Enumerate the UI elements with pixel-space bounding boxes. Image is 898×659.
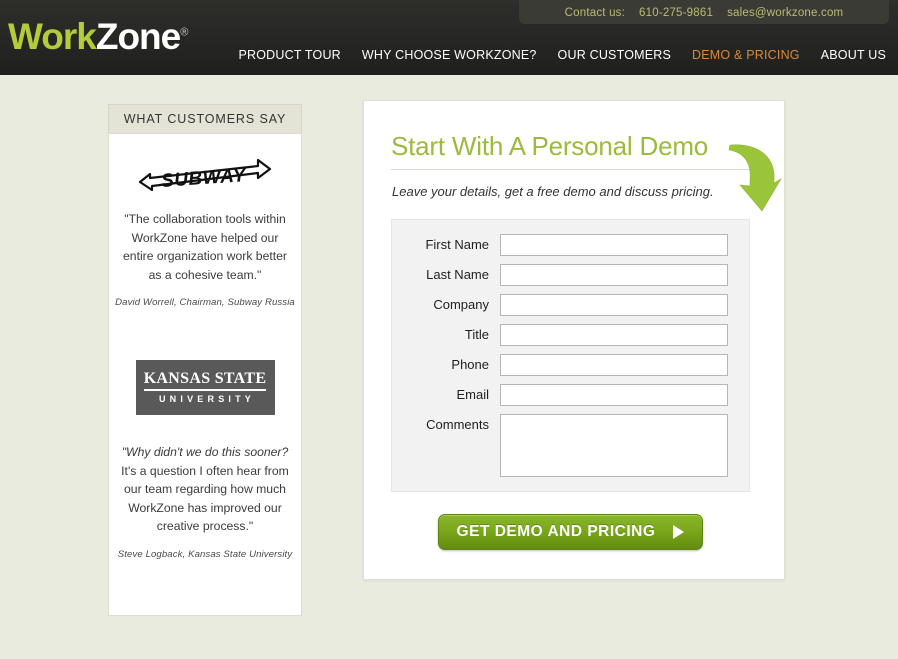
testimonial-quote-subway: "The collaboration tools within WorkZone… bbox=[123, 212, 287, 282]
contact-phone[interactable]: 610-275-9861 bbox=[639, 7, 713, 19]
contact-bar: Contact us: 610-275-9861 sales@workzone.… bbox=[519, 0, 889, 25]
label-phone: Phone bbox=[451, 357, 489, 372]
label-last-name: Last Name bbox=[426, 267, 489, 282]
testimonial-attribution-subway: David Worrell, Chairman, Subway Russia bbox=[115, 297, 295, 308]
testimonial-quote-ksu-rest: It's a question I often hear from our te… bbox=[121, 463, 289, 534]
demo-request-panel: Start With A Personal Demo Leave your de… bbox=[363, 100, 785, 580]
label-company: Company bbox=[433, 297, 489, 312]
registered-trademark-icon: ® bbox=[180, 26, 188, 39]
testimonial-quote-ksu: "Why didn't we do this sooner? It's a qu… bbox=[115, 443, 295, 536]
label-email: Email bbox=[456, 387, 489, 402]
ksu-logo-line2: UNIVERSITY bbox=[158, 393, 255, 404]
nav-item-our-customers[interactable]: OUR CUSTOMERS bbox=[558, 48, 672, 62]
kansas-state-university-logo: KANSAS STATE UNIVERSITY bbox=[115, 360, 295, 415]
site-header: Contact us: 610-275-9861 sales@workzone.… bbox=[0, 0, 898, 75]
first-name-input[interactable] bbox=[500, 234, 728, 256]
testimonial-attribution-ksu: Steve Logback, Kansas State University bbox=[117, 548, 293, 560]
testimonial-quote-ksu-lead: "Why didn't we do this sooner? bbox=[121, 445, 289, 459]
page-subtitle: Leave your details, get a free demo and … bbox=[392, 184, 714, 199]
subway-logo: SUBWAY bbox=[115, 156, 295, 200]
play-triangle-icon bbox=[673, 525, 685, 539]
sidebar-title: WHAT CUSTOMERS SAY bbox=[108, 104, 302, 133]
contact-email[interactable]: sales@workzone.com bbox=[727, 7, 843, 19]
submit-area: GET DEMO AND PRICING bbox=[391, 514, 750, 550]
ksu-logo-line1: KANSAS STATE bbox=[143, 370, 267, 391]
form-row-title: Title bbox=[392, 324, 737, 346]
form-row-last-name: Last Name bbox=[392, 264, 737, 286]
form-row-comments: Comments bbox=[392, 414, 737, 477]
curved-green-arrow-icon bbox=[726, 139, 782, 215]
ksu-logo-block: KANSAS STATE UNIVERSITY bbox=[135, 360, 275, 415]
nav-item-why-choose-workzone[interactable]: WHY CHOOSE WORKZONE? bbox=[362, 48, 537, 62]
submit-button-label: GET DEMO AND PRICING bbox=[456, 523, 656, 540]
company-input[interactable] bbox=[500, 294, 728, 316]
phone-input[interactable] bbox=[500, 354, 728, 376]
email-input[interactable] bbox=[500, 384, 728, 406]
main-navigation: PRODUCT TOUR WHY CHOOSE WORKZONE? OUR CU… bbox=[239, 48, 887, 62]
logo-zone-text: Zone bbox=[95, 16, 181, 57]
nav-item-product-tour[interactable]: PRODUCT TOUR bbox=[239, 48, 341, 62]
label-first-name: First Name bbox=[425, 237, 489, 252]
svg-text:SUBWAY: SUBWAY bbox=[160, 165, 248, 192]
form-row-email: Email bbox=[392, 384, 737, 406]
demo-form: First Name Last Name Company Title Phone… bbox=[391, 219, 750, 492]
label-comments: Comments bbox=[426, 417, 489, 432]
testimonials-sidebar: WHAT CUSTOMERS SAY SUBWAY "The collabora… bbox=[108, 104, 302, 616]
logo-work-text: Work bbox=[8, 16, 97, 57]
form-row-phone: Phone bbox=[392, 354, 737, 376]
form-row-company: Company bbox=[392, 294, 737, 316]
title-input[interactable] bbox=[500, 324, 728, 346]
nav-item-demo-and-pricing[interactable]: DEMO & PRICING bbox=[692, 48, 800, 62]
title-divider bbox=[391, 169, 761, 170]
page-title: Start With A Personal Demo bbox=[391, 131, 709, 161]
workzone-logo[interactable]: WorkZone® bbox=[8, 16, 188, 57]
contact-label: Contact us: bbox=[564, 6, 626, 19]
nav-item-about-us[interactable]: ABOUT US bbox=[821, 48, 886, 62]
get-demo-and-pricing-button[interactable]: GET DEMO AND PRICING bbox=[437, 514, 704, 550]
label-title: Title bbox=[464, 327, 489, 342]
form-row-first-name: First Name bbox=[392, 234, 737, 256]
sidebar-body: SUBWAY "The collaboration tools within W… bbox=[108, 133, 302, 616]
comments-textarea[interactable] bbox=[500, 414, 728, 477]
last-name-input[interactable] bbox=[500, 264, 728, 286]
